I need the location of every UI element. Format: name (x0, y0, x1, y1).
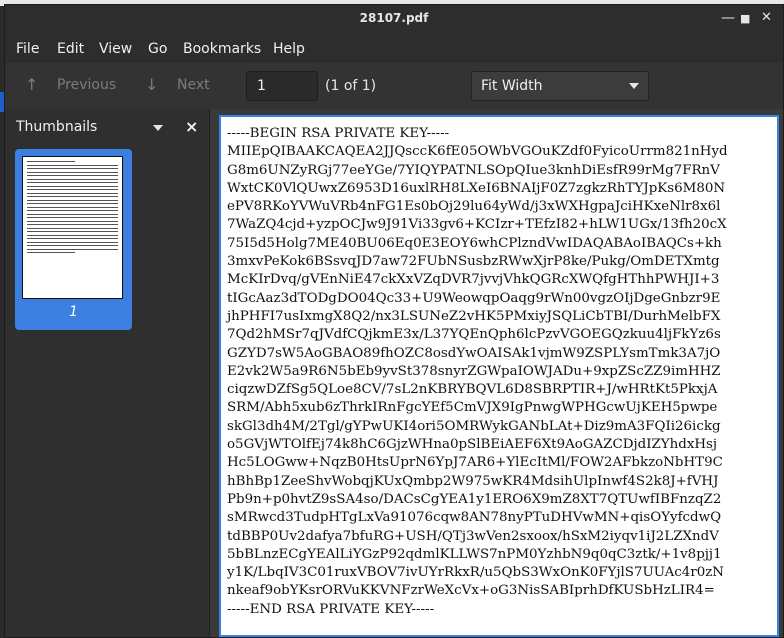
text-line: ePV8RKoYVWuVRb4nFG1Es0bOj29lu64yWd/j3xWX… (227, 199, 721, 215)
toolbar: ↑ Previous ↓ Next 1 (1 of 1) Fit Width (5, 63, 783, 110)
text-line: ciqzwDZfSg5QLoe8CV/7sL2nKBRYBQVL6D8SBRPT… (227, 382, 718, 398)
text-line: -----BEGIN RSA PRIVATE KEY----- (227, 126, 450, 141)
text-line: skGl3dh4M/2Tgl/gYPwUKI4ori5OMRWykGANbLAt… (227, 418, 721, 434)
sidebar-mode-chevron-icon[interactable] (153, 125, 163, 131)
document-view[interactable]: -----BEGIN RSA PRIVATE KEY----- MIIEpQIBA… (210, 109, 783, 637)
thumbnail-line (27, 241, 118, 243)
text-line: hBhBp1ZeeShvWobqjKUxQmbp2W975wKR4MdsihUl… (227, 473, 719, 489)
menu-file[interactable]: File (16, 41, 39, 57)
page-number-input[interactable]: 1 (246, 71, 318, 101)
menu-bookmarks[interactable]: Bookmarks (183, 41, 261, 57)
thumbnail-line (27, 206, 118, 208)
arrow-up-icon[interactable]: ↑ (25, 75, 38, 94)
thumbnail-line (27, 213, 118, 215)
menu-edit[interactable]: Edit (57, 41, 84, 57)
thumbnail-line (27, 185, 118, 187)
menu-bar: File Edit View Go Bookmarks Help (5, 33, 783, 63)
text-line: SRM/Abh5xub6zThrkIRnFgcYEf5CmVJX9IgPnwgW… (227, 400, 718, 416)
page-text: -----BEGIN RSA PRIVATE KEY----- MIIEpQIBA… (227, 125, 728, 619)
thumbnail-line (27, 189, 118, 190)
text-line: 7WaZQ4cjd+yzpOCJw9J91Vi33gv6+KCIzr+TEfzI… (227, 217, 727, 233)
thumbnail-line (27, 182, 118, 183)
text-line: tIGcAaz3dTODgDO04Qc33+U9WeowqpOaqg9rWn00… (227, 290, 721, 306)
zoom-select[interactable]: Fit Width (471, 71, 649, 101)
thumbnail-line (27, 196, 118, 197)
thumbnail-line (27, 192, 118, 194)
thumbnail-line (27, 245, 118, 246)
menu-help[interactable]: Help (273, 41, 305, 57)
text-line: nkeaf9obYKsrORVuKKVNFzrWeXcVx+oG3NisSABI… (227, 583, 715, 599)
text-line: tdBBP0Uv2dafya7bfuRG+USH/QTj3wVen2sxoox/… (227, 528, 719, 544)
thumbnail-line (27, 178, 118, 180)
thumbnail-line (27, 199, 118, 201)
text-line: Pb9n+p0hvtZ9sSA4so/DACsCgYEA1y1ERO6X9mZ8… (227, 491, 722, 507)
thumbnail-line (27, 248, 118, 250)
page-thumbnail[interactable] (22, 156, 123, 299)
thumbnail-line (27, 164, 118, 166)
next-button[interactable]: Next (177, 77, 210, 93)
text-line: G8m6UNZyRGj77eeYGe/7YIQYPATNLSOpQIue3knh… (227, 162, 720, 178)
thumbnail-line (27, 234, 118, 236)
thumbnail-line (27, 231, 118, 232)
title-bar[interactable]: 28107.pdf — ■ ✕ (5, 5, 783, 33)
text-line: 5bBLnzECgYEAlLiYGzP92qdmlKLLWS7nPM0YzhbN… (227, 546, 722, 562)
chevron-down-icon (629, 83, 639, 89)
text-line: McKIrDvq/gVEnNiE47ckXxVZqDVR7jvvjVhkQGRc… (227, 272, 720, 288)
pdf-page[interactable]: -----BEGIN RSA PRIVATE KEY----- MIIEpQIBA… (219, 115, 779, 637)
page-count: (1 of 1) (325, 78, 377, 94)
previous-button[interactable]: Previous (57, 77, 116, 93)
pdf-viewer-window: 28107.pdf — ■ ✕ File Edit View Go Bookma… (4, 4, 784, 638)
text-line: 7Qd2hMSr7qJVdfCQjkmE3x/L37YQEnQph6lcPzvV… (227, 327, 721, 343)
thumbnail-line (27, 252, 75, 253)
close-icon[interactable]: ✕ (761, 11, 772, 25)
thumbnail-line (27, 224, 118, 225)
arrow-down-icon[interactable]: ↓ (145, 75, 158, 94)
sidebar: Thumbnails × 1 (5, 109, 210, 637)
sidebar-header: Thumbnails × (5, 109, 209, 143)
sidebar-title: Thumbnails (16, 119, 98, 135)
text-line: jhPHFI7usIxmgX8Q2/nx3LSUNeZ2vHK5PMxiyJSQ… (227, 308, 721, 324)
thumbnail-line (27, 168, 118, 169)
menu-go[interactable]: Go (148, 41, 167, 57)
thumbnail-line (27, 238, 118, 239)
thumbnail-line (27, 175, 118, 176)
sidebar-close-icon[interactable]: × (185, 117, 198, 136)
window-title: 28107.pdf (359, 11, 429, 25)
thumbnail-item-selected[interactable]: 1 (15, 149, 132, 330)
text-line: 75I5d5Holg7ME40BU06Eq0E3EOY6whCPlzndVwID… (227, 235, 722, 251)
text-line: E2vk2W5a9R6N5bEb9yvSt378snyrZGWpaIOWJADu… (227, 363, 721, 379)
thumbnail-line (27, 217, 118, 218)
thumbnail-line (27, 161, 75, 162)
maximize-icon[interactable]: ■ (740, 12, 750, 26)
text-line: Hc5LOGww+NqzB0HtsUprN6YpJ7AR6+YlEcItMl/F… (227, 455, 723, 471)
text-line: -----END RSA PRIVATE KEY----- (227, 601, 435, 617)
thumbnail-line (27, 210, 118, 211)
text-line: GZYD7sW5AoGBAO89fhOZC8osdYwOAISAk1vjmW9Z… (227, 345, 721, 361)
thumbnail-page-number: 1 (69, 304, 78, 320)
text-line: sMRwcd3TudpHTgLxVa91076cqw8AN78nyPTuDHVw… (227, 510, 722, 526)
text-line: o5GVjWTOlfEj74k8hC6GjzWHna0pSlBEiAEF6Xt9… (227, 437, 718, 453)
text-line: MIIEpQIBAAKCAQEA2JJQsccK6fE05OWbVGOuKZdf… (227, 144, 728, 160)
text-line: 3mxvPeKok6BSsvqJD7aw72FUbNSusbzRWwXjrP8k… (227, 254, 720, 270)
thumbnail-line (27, 227, 118, 229)
menu-view[interactable]: View (99, 41, 132, 57)
thumbnail-line (27, 220, 118, 222)
thumbnail-line (27, 171, 118, 173)
zoom-value: Fit Width (481, 78, 543, 94)
thumbnail-line (27, 203, 118, 204)
text-line: y1K/LbqIV3C01ruxVBOV7ivUYrRkxR/u5QbS3WxO… (227, 565, 725, 581)
text-line: WxtCK0VlQUwxZ6953D16uxlRH8LXeI6BNAIjF0Z7… (227, 180, 726, 196)
minimize-icon[interactable]: — (721, 11, 735, 25)
